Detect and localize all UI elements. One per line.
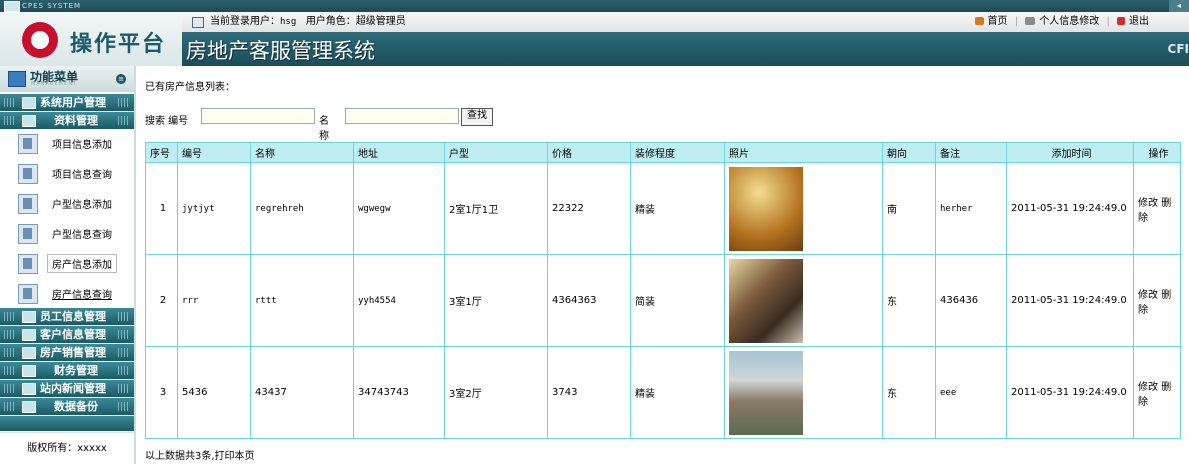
- edit-link[interactable]: 修改: [1138, 290, 1158, 301]
- profile-link[interactable]: 个人信息修改: [1039, 16, 1099, 27]
- list-title: 已有房产信息列表：: [145, 82, 235, 93]
- folder-icon: [22, 365, 36, 377]
- sidebar-item-layout-add[interactable]: 户型信息添加: [0, 188, 134, 218]
- folder-icon: [22, 401, 36, 413]
- sidebar-group-backup[interactable]: 数据备份: [0, 398, 134, 415]
- sidebar-group-sales[interactable]: 房产销售管理: [0, 344, 134, 361]
- current-user: hsg: [280, 17, 297, 27]
- user-icon: [18, 284, 38, 304]
- table-row: 3 5436 43437 34743743 3室2厅 3743 精装 东 eee…: [145, 346, 1181, 439]
- table-header-row: 序号 编号 名称 地址 户型 价格 装修程度 照片 朝向 备注 添加时间 操作: [145, 142, 1181, 163]
- property-photo[interactable]: [729, 166, 803, 251]
- sidebar-group-customer[interactable]: 客户信息管理: [0, 326, 134, 343]
- sidebar-header: 功能菜单 MANAGEMENT ≡: [0, 66, 134, 92]
- folder-icon: [22, 347, 36, 359]
- sidebar-item-layout-query[interactable]: 户型信息查询: [0, 218, 134, 248]
- collapse-icon[interactable]: ≡: [116, 74, 126, 84]
- logout-link[interactable]: 退出: [1129, 16, 1149, 27]
- property-table: 序号 编号 名称 地址 户型 价格 装修程度 照片 朝向 备注 添加时间 操作 …: [145, 142, 1181, 439]
- property-photo[interactable]: [729, 258, 803, 343]
- window-titlebar: CPES SYSTEM ◂: [0, 0, 1189, 12]
- page-header: 操作平台 当前登录用户：hsg 用户角色：超级管理员 首页 | 个人信息修改 |…: [0, 12, 1189, 66]
- user-bar: 当前登录用户：hsg 用户角色：超级管理员 首页 | 个人信息修改 | 退出: [182, 12, 1189, 33]
- sidebar-group-news[interactable]: 站内新闻管理: [0, 380, 134, 397]
- sidebar-group-data[interactable]: 资料管理: [0, 112, 134, 129]
- system-title: 房地产客服管理系统: [186, 39, 375, 63]
- name-label: 名称: [319, 116, 329, 142]
- sidebar-filler: [0, 416, 134, 431]
- code-search-input[interactable]: [201, 108, 315, 124]
- close-icon[interactable]: ◂: [1169, 0, 1189, 12]
- table-footer: 以上数据共3条,打印本页: [145, 451, 255, 462]
- column-header: 添加时间: [1006, 142, 1134, 163]
- top-links: 首页 | 个人信息修改 | 退出: [971, 12, 1149, 32]
- brand-text: 操作平台: [70, 31, 167, 57]
- monitor-icon: [192, 17, 204, 28]
- folder-icon: [22, 115, 36, 127]
- folder-icon: [22, 329, 36, 341]
- column-header: 序号: [145, 142, 178, 163]
- bank-logo-icon: [22, 22, 58, 58]
- table-row: 1 jytjyt regrehreh wgwegw 2室1厅1卫 22322 精…: [145, 162, 1181, 255]
- sidebar-item-project-query[interactable]: 项目信息查询: [0, 158, 134, 188]
- system-title-bar: 房地产客服管理系统 CFI: [182, 32, 1189, 66]
- column-header: 操作: [1133, 142, 1181, 163]
- column-header: 价格: [547, 142, 631, 163]
- column-header: 朝向: [882, 142, 936, 163]
- copyright: 版权所有：xxxxx: [0, 432, 134, 465]
- user-icon: [18, 194, 38, 214]
- user-icon: [18, 224, 38, 244]
- user-icon: [18, 254, 38, 274]
- app-icon: [4, 1, 20, 12]
- main-content: 已有房产信息列表： 搜索 编号 名称 查找 序号 编号 名称 地址 户型 价格 …: [136, 66, 1189, 464]
- folder-icon: [22, 97, 36, 109]
- sidebar-group-employee[interactable]: 员工信息管理: [0, 308, 134, 325]
- user-icon: [18, 164, 38, 184]
- sidebar-item-property-query[interactable]: 房产信息查询: [0, 278, 134, 308]
- column-header: 编号: [177, 142, 251, 163]
- app-name: CPES SYSTEM: [22, 2, 82, 10]
- user-role: 超级管理员: [355, 16, 406, 27]
- user-info: 当前登录用户：hsg 用户角色：超级管理员: [210, 16, 406, 27]
- sidebar-group-system-users[interactable]: 系统用户管理: [0, 94, 134, 111]
- column-header: 备注: [935, 142, 1007, 163]
- name-search-input[interactable]: [345, 108, 459, 124]
- property-photo[interactable]: [729, 350, 803, 435]
- edit-link[interactable]: 修改: [1138, 382, 1158, 393]
- folder-icon: [22, 311, 36, 323]
- search-button[interactable]: 查找: [461, 108, 493, 126]
- logout-icon: [1117, 17, 1125, 25]
- home-icon: [974, 17, 984, 25]
- column-header: 照片: [724, 142, 883, 163]
- user-icon: [18, 134, 38, 154]
- column-header: 地址: [353, 142, 445, 163]
- brand-right: CFI: [1167, 42, 1189, 56]
- sidebar-item-project-add[interactable]: 项目信息添加: [0, 128, 134, 158]
- sidebar-item-property-add[interactable]: 房产信息添加: [0, 248, 134, 278]
- search-code-label: 搜索 编号: [145, 116, 189, 127]
- sidebar: 功能菜单 MANAGEMENT ≡ 系统用户管理 资料管理 项目信息添加 项目信…: [0, 66, 136, 464]
- sidebar-group-finance[interactable]: 财务管理: [0, 362, 134, 379]
- folder-icon: [22, 383, 36, 395]
- sidebar-subtitle: MANAGEMENT: [31, 81, 78, 87]
- menu-icon: [8, 71, 26, 87]
- brand-logo: 操作平台: [0, 12, 182, 66]
- column-header: 户型: [444, 142, 548, 163]
- column-header: 名称: [250, 142, 354, 163]
- profile-icon: [1025, 17, 1036, 25]
- column-header: 装修程度: [630, 142, 725, 163]
- edit-link[interactable]: 修改: [1138, 198, 1158, 209]
- table-row: 2 rrr rttt yyh4554 3室1厅 4364363 简装 东 436…: [145, 254, 1181, 347]
- home-link[interactable]: 首页: [988, 16, 1008, 27]
